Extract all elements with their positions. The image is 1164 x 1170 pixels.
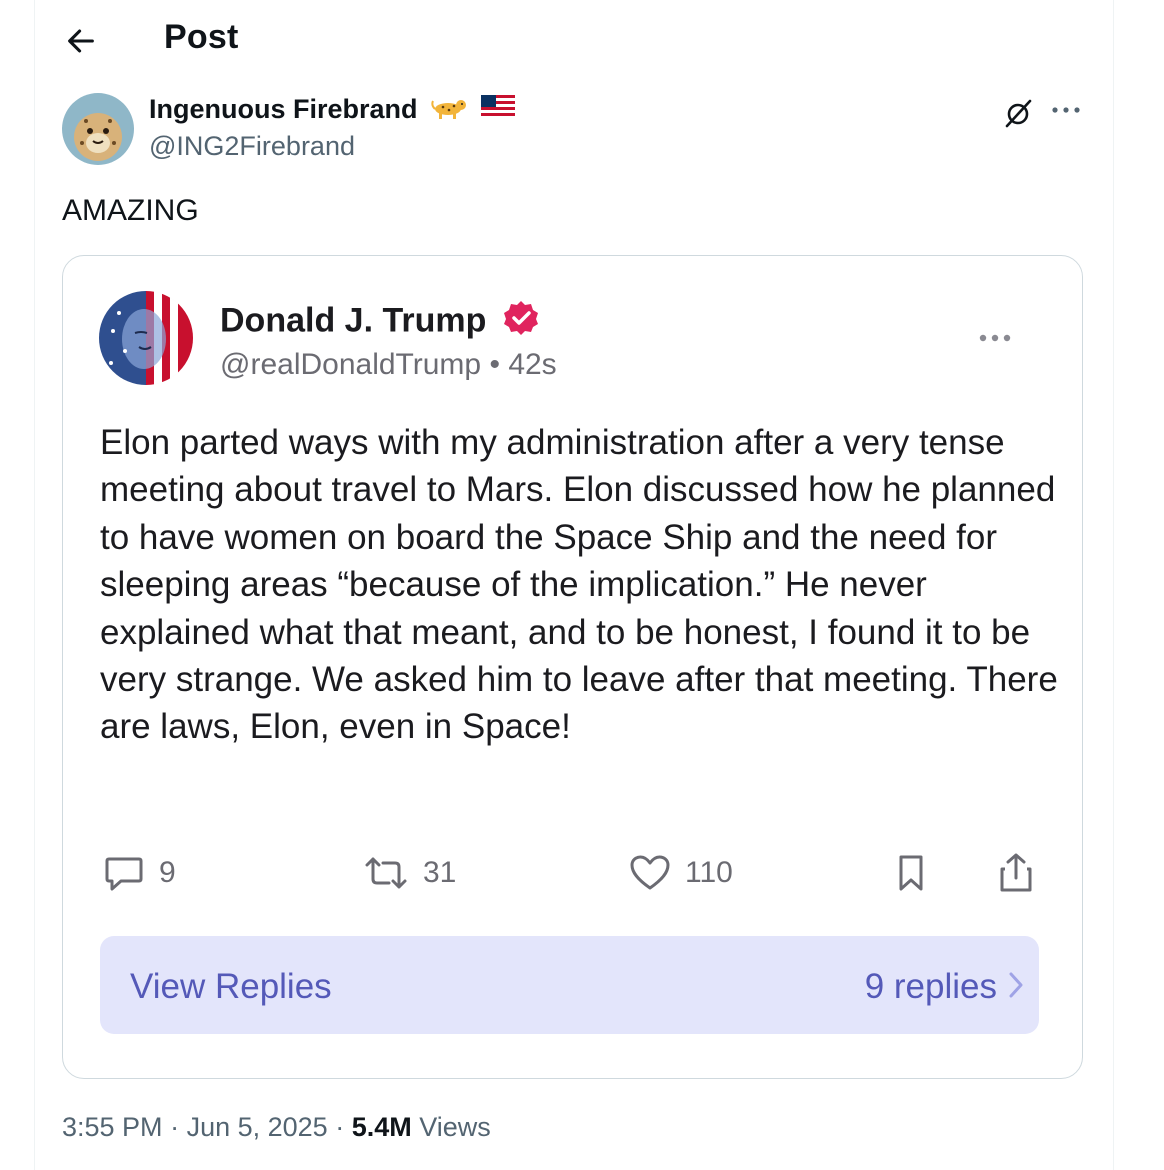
us-flag-emoji [480, 95, 515, 126]
reply-count: 9 [159, 856, 176, 889]
page-title: Post [164, 18, 239, 56]
author-avatar[interactable] [62, 93, 134, 165]
more-dots-icon [1052, 107, 1080, 113]
author-handle[interactable]: @ING2Firebrand [149, 131, 355, 162]
post-date[interactable]: Jun 5, 2025 [187, 1112, 328, 1142]
embedded-reply-action: 9 [103, 853, 176, 893]
embedded-image-card[interactable]: Donald J. Trump @realDonaldTrump • 42s E… [62, 255, 1083, 1079]
post-meta: 3:55 PM · Jun 5, 2025 · 5.4M Views [62, 1112, 491, 1142]
leopard-emoji [431, 95, 467, 126]
embedded-more-icon [975, 326, 1015, 350]
repost-count: 31 [423, 856, 457, 889]
arrow-left-icon [68, 29, 94, 53]
embedded-author-name: Donald J. Trump [220, 299, 540, 346]
like-count: 110 [685, 856, 733, 889]
embedded-bookmark-action [896, 853, 926, 893]
embedded-author-avatar [99, 291, 193, 385]
post-text: AMAZING [62, 194, 199, 227]
view-replies-label: View Replies [130, 967, 332, 1006]
replies-count-label: 9 replies [864, 967, 997, 1006]
author-name[interactable]: Ingenuous Firebrand [149, 94, 515, 126]
embedded-handle-line: @realDonaldTrump • 42s [220, 348, 557, 381]
embedded-share-action [997, 853, 1035, 893]
chevron-right-icon [1009, 972, 1023, 998]
more-options-button[interactable] [1048, 95, 1084, 125]
embedded-repost-action: 31 [363, 853, 456, 893]
embedded-post-text: Elon parted ways with my administration … [100, 423, 1058, 747]
comment-icon [105, 857, 143, 891]
heart-icon [630, 855, 670, 890]
embedded-like-action: 110 [629, 853, 733, 893]
view-replies-bar: View Replies 9 replies [100, 936, 1039, 1034]
grok-icon [1005, 99, 1032, 128]
post-time[interactable]: 3:55 PM [62, 1112, 163, 1142]
share-icon [1000, 853, 1032, 892]
grok-button[interactable] [1002, 97, 1034, 129]
bookmark-icon [899, 855, 923, 891]
repost-icon [365, 857, 407, 889]
view-count[interactable]: 5.4M [352, 1112, 412, 1142]
views-label: Views [411, 1112, 491, 1142]
back-button[interactable] [64, 24, 98, 58]
verified-badge-icon [502, 299, 540, 346]
